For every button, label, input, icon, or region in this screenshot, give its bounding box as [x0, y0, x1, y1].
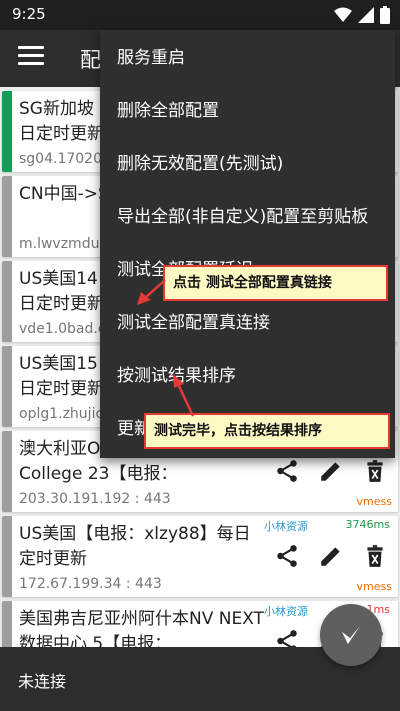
connect-fab-button[interactable] [320, 604, 382, 666]
subscription-tag: 小林资源 [264, 605, 308, 618]
battery-icon [380, 6, 390, 24]
status-icons [334, 6, 390, 24]
menu-item-sort-by-result[interactable]: 按测试结果排序 [100, 350, 395, 403]
server-address: m.lwvzmdu [19, 236, 100, 252]
menu-item-delete-all[interactable]: 删除全部配置 [100, 85, 395, 138]
share-icon[interactable] [274, 458, 300, 484]
status-time: 9:25 [12, 5, 46, 23]
annotation-callout-sort: 测试完毕，点击按结果排序 [144, 413, 390, 449]
menu-item-restart-service[interactable]: 服务重启 [100, 32, 395, 85]
edit-icon[interactable] [318, 543, 344, 569]
selection-stripe [2, 346, 12, 427]
hamburger-menu-icon[interactable] [18, 46, 44, 70]
share-icon[interactable] [274, 543, 300, 569]
delete-icon[interactable] [362, 543, 388, 569]
menu-item-export-all[interactable]: 导出全部(非自定义)配置至剪贴板 [100, 191, 395, 244]
server-address: oplg1.zhujic [19, 406, 104, 422]
overflow-menu: 服务重启 删除全部配置 删除无效配置(先测试) 导出全部(非自定义)配置至剪贴板… [100, 30, 395, 458]
selection-stripe [2, 261, 12, 342]
delete-icon[interactable] [362, 458, 388, 484]
selection-stripe [2, 176, 12, 257]
page-title: 配 [80, 48, 101, 72]
menu-item-delete-invalid[interactable]: 删除无效配置(先测试) [100, 138, 395, 191]
annotation-arrow-icon [137, 279, 166, 305]
selection-stripe [2, 516, 12, 597]
status-bar: 9:25 [0, 0, 400, 30]
annotation-arrow-icon [173, 374, 195, 417]
edit-icon[interactable] [318, 458, 344, 484]
selection-stripe [2, 431, 12, 512]
subscription-tag: 小林资源 [264, 520, 308, 533]
server-address: 172.67.199.34 : 443 [19, 576, 162, 592]
server-card[interactable]: US美国【电报：xlzy88】每日定时更新 172.67.199.34 : 44… [2, 516, 398, 597]
signal-icon [358, 7, 374, 23]
share-icon[interactable] [274, 628, 300, 647]
delay-value: 3746ms [345, 518, 390, 531]
server-address: sg04.17020 [19, 151, 102, 167]
annotation-callout-test: 点击 测试全部配置真链接 [163, 265, 388, 301]
server-name: US美国【电报：xlzy88】每日定时更新 [19, 524, 251, 569]
selection-stripe [2, 601, 12, 647]
protocol-type: vmess [356, 580, 392, 593]
server-address: 203.30.191.192 : 443 [19, 491, 171, 507]
connection-status: 未连接 [18, 672, 67, 691]
server-name: 美国弗吉尼亚州阿什本NV NEXT数据中心 5【电报： [19, 609, 264, 647]
selected-indicator [2, 91, 12, 172]
protocol-type: vmess [356, 495, 392, 508]
card-actions [274, 458, 388, 484]
card-actions [274, 543, 388, 569]
server-address: vde1.0bad.c [19, 321, 106, 337]
v-logo-icon [342, 626, 360, 644]
wifi-icon [334, 7, 352, 22]
